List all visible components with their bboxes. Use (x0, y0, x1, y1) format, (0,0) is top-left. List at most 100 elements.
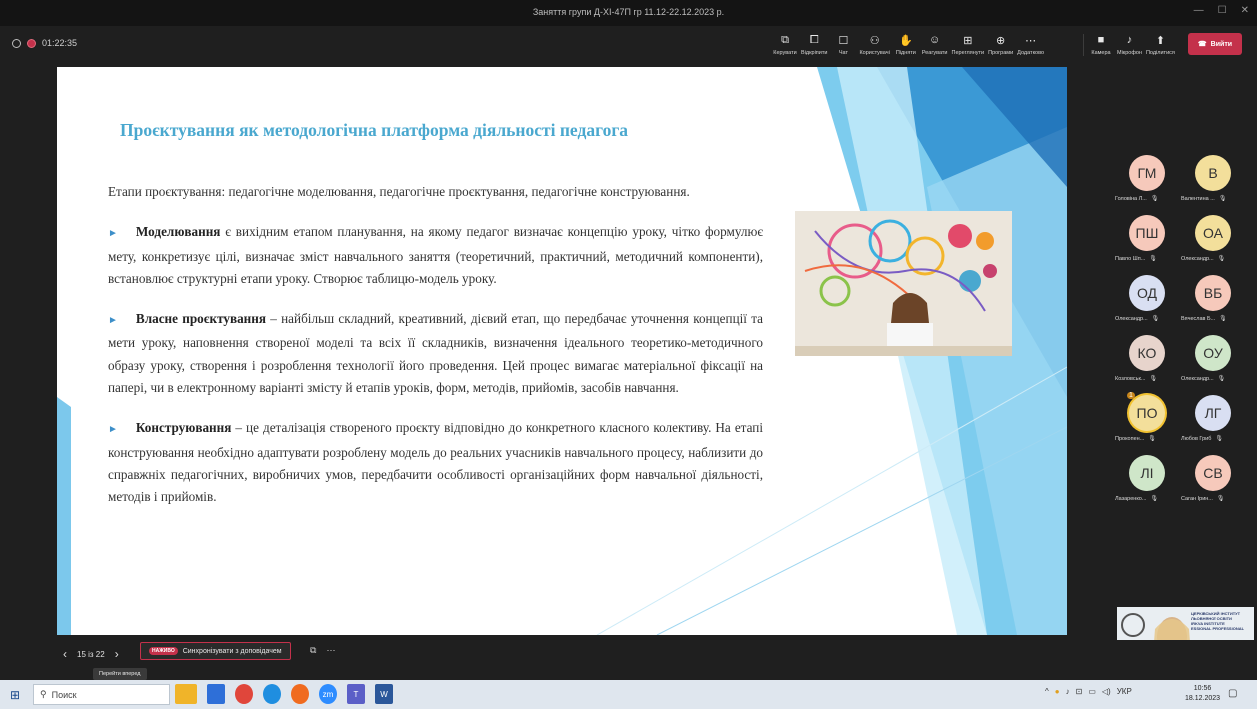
taskbar-clock[interactable]: 10:56 18.12.2023 (1185, 684, 1220, 704)
shared-slide: Проєктування як методологічна платформа … (57, 67, 1067, 635)
raise-hand-button[interactable]: ✋ Підняти (894, 29, 918, 57)
mic-muted-icon: 🎙 (1217, 376, 1226, 382)
taskbar-search[interactable]: ⚲ Поиск (33, 684, 170, 705)
bullet-arrow-icon: ► (108, 315, 118, 327)
maximize-button[interactable]: ☐ (1218, 5, 1227, 16)
participant-name: Саган Ірин... 🎙 (1181, 495, 1243, 502)
participant-tile[interactable]: ПО 1 Прокопен... 🎙 (1115, 392, 1177, 447)
participant-name-text: Олександр... (1181, 256, 1214, 262)
slide-bullet: ► Власне проєктування – найбільш складний… (108, 311, 763, 396)
participant-tile[interactable]: ОД Олександр... 🎙 (1115, 275, 1177, 327)
participant-tile[interactable]: В Валентина ... 🎙 (1181, 155, 1243, 207)
chevron-up-icon[interactable]: ^ (1045, 687, 1049, 696)
mic-muted-icon: 🎙 (1149, 256, 1157, 262)
popout-slides-icon[interactable]: ⧉ (310, 645, 316, 656)
system-tray: ^ ● ♪ ⊡ ▭ ◁) УКР (1045, 687, 1132, 696)
meeting-timer: 01:22:35 (42, 38, 78, 48)
participant-tile[interactable]: ВБ Вячеслав Б... 🎙 (1181, 275, 1243, 327)
battery-icon[interactable]: ▭ (1088, 687, 1096, 696)
microphone-button[interactable]: ♪ Мікрофон (1117, 29, 1142, 56)
participant-tile[interactable]: ОА Олександр... 🎙 (1181, 215, 1243, 267)
chat-button[interactable]: ☐ Чат (831, 29, 855, 57)
previous-slide-button[interactable]: ‹ (63, 647, 67, 661)
participant-name: Головіна Л... 🎙 (1115, 195, 1177, 202)
participant-name-text: Олександр... (1181, 376, 1214, 382)
toolbar-divider (1083, 34, 1084, 56)
zoom-icon[interactable]: zm (319, 684, 337, 704)
windows-taskbar: ⊞ ⚲ Поиск zm T W ^ ● ♪ ⊡ ▭ ◁) УКР 10:56 … (0, 680, 1257, 709)
tooltip: Перейти вперед (93, 668, 147, 680)
participant-tile[interactable]: ГМ Головіна Л... 🎙 (1115, 155, 1177, 207)
participant-name-text: Вячеслав Б... (1181, 316, 1216, 322)
notifications-icon[interactable]: ▢ (1228, 688, 1237, 699)
slide-bullet: ► Конструювання – це деталізація створено… (108, 420, 763, 505)
participant-tile[interactable]: ПШ Павло Шп... 🎙 (1115, 215, 1177, 267)
participant-name: Лазаренко... 🎙 (1115, 495, 1177, 502)
react-button[interactable]: ☺ Реагувати (922, 29, 948, 56)
clock-date: 18.12.2023 (1185, 695, 1221, 702)
more-button[interactable]: ⋯ Додатково (1017, 29, 1044, 57)
microphone-tray-icon[interactable]: ♪ (1066, 687, 1070, 696)
toolbar-label: Мікрофон (1117, 50, 1142, 56)
share-button[interactable]: ⬆ Поділитися (1146, 29, 1175, 57)
chrome-icon[interactable] (235, 684, 253, 704)
participant-name-text: Козловськ... (1115, 376, 1146, 382)
shield-icon (12, 38, 21, 48)
participant-tile[interactable]: ОУ Олександр... 🎙 (1181, 335, 1243, 387)
share-tray-button[interactable]: ⧉ Керувати (773, 29, 797, 57)
toolbar-label: Керувати (773, 50, 797, 56)
participant-name: Павло Шп... 🎙 (1115, 255, 1177, 262)
sync-label: Синхронізувати з доповідачем (182, 647, 282, 655)
file-explorer-icon[interactable] (175, 684, 197, 704)
react-icon: ☺ (929, 34, 941, 46)
participant-tile[interactable]: ЛГ Любов Гриб 🎙 (1181, 395, 1243, 447)
popout-button[interactable]: ⧠ Відкріпити (801, 29, 827, 57)
more-options-icon[interactable]: ⋯ (326, 645, 335, 656)
slide-title: Проєктування як методологічна платформа … (120, 120, 629, 140)
speaker-icon[interactable]: ◁) (1102, 687, 1111, 696)
window-titlebar: Заняття групи Д-ХІ-47П гр 11.12-22.12.20… (0, 0, 1257, 26)
next-slide-button[interactable]: › (115, 647, 119, 661)
notification-dot-icon[interactable]: ● (1055, 687, 1060, 696)
slide-bullet: ► Моделювання є вихідним етапом плануванн… (108, 224, 763, 286)
minimize-button[interactable]: — (1194, 5, 1204, 16)
leave-button[interactable]: ☎ Вийти (1188, 33, 1242, 55)
banner-line: ESSIONAL PROFESSIONAL (1191, 626, 1245, 631)
bullet-arrow-icon: ► (108, 424, 118, 436)
windows-start-icon[interactable]: ⊞ (10, 688, 20, 702)
word-icon[interactable]: W (375, 684, 393, 704)
participant-tile[interactable]: СВ Саган Ірин... 🎙 (1181, 455, 1243, 507)
participant-name-text: Головіна Л... (1115, 196, 1147, 202)
participant-tile[interactable]: КО Козловськ... 🎙 (1115, 335, 1177, 387)
store-icon[interactable] (207, 684, 225, 704)
avatar: ОУ (1195, 335, 1231, 371)
mic-muted-icon: 🎙 (1149, 376, 1158, 382)
view-button[interactable]: ⊞ Переглянути (952, 29, 985, 57)
presenter-controls: ‹ 15 із 22 › НАЖИВО Синхронізувати з доп… (0, 640, 1257, 680)
firefox-icon[interactable] (291, 684, 309, 704)
toolbar-label: Чат (838, 50, 848, 56)
mic-muted-icon: 🎙 (1217, 256, 1226, 262)
apps-button[interactable]: ⊕ Програми (988, 29, 1014, 57)
people-button[interactable]: ⚇ Користувачі (859, 29, 889, 57)
edge-icon[interactable] (263, 684, 281, 704)
participant-name: Олександр... 🎙 (1115, 315, 1177, 322)
teams-icon[interactable]: T (347, 684, 365, 704)
language-indicator[interactable]: УКР (1117, 687, 1132, 696)
slide-intro: Етапи проєктування: педагогічне моделюва… (108, 184, 690, 199)
toolbar-label: Програми (988, 50, 1014, 56)
participant-name-text: Лазаренко... (1115, 496, 1147, 502)
participant-name-text: Олександр... (1115, 316, 1148, 322)
sync-with-presenter-button[interactable]: НАЖИВО Синхронізувати з доповідачем (140, 642, 291, 660)
slide-body: Етапи проєктування: педагогічне моделюва… (108, 181, 763, 527)
avatar: ОА (1195, 215, 1231, 251)
participant-tile[interactable]: ЛІ Лазаренко... 🎙 (1115, 455, 1177, 507)
avatar: СВ (1195, 455, 1231, 491)
raise-hand-icon: ✋ (898, 34, 913, 47)
avatar: КО (1129, 335, 1165, 371)
camera-button[interactable]: ■ Камера (1089, 29, 1113, 56)
network-icon[interactable]: ⊡ (1076, 687, 1083, 696)
slide-counter: 15 із 22 (77, 649, 105, 659)
close-button[interactable]: ✕ (1241, 5, 1249, 16)
participant-name-text: Прокопен... (1115, 436, 1145, 442)
